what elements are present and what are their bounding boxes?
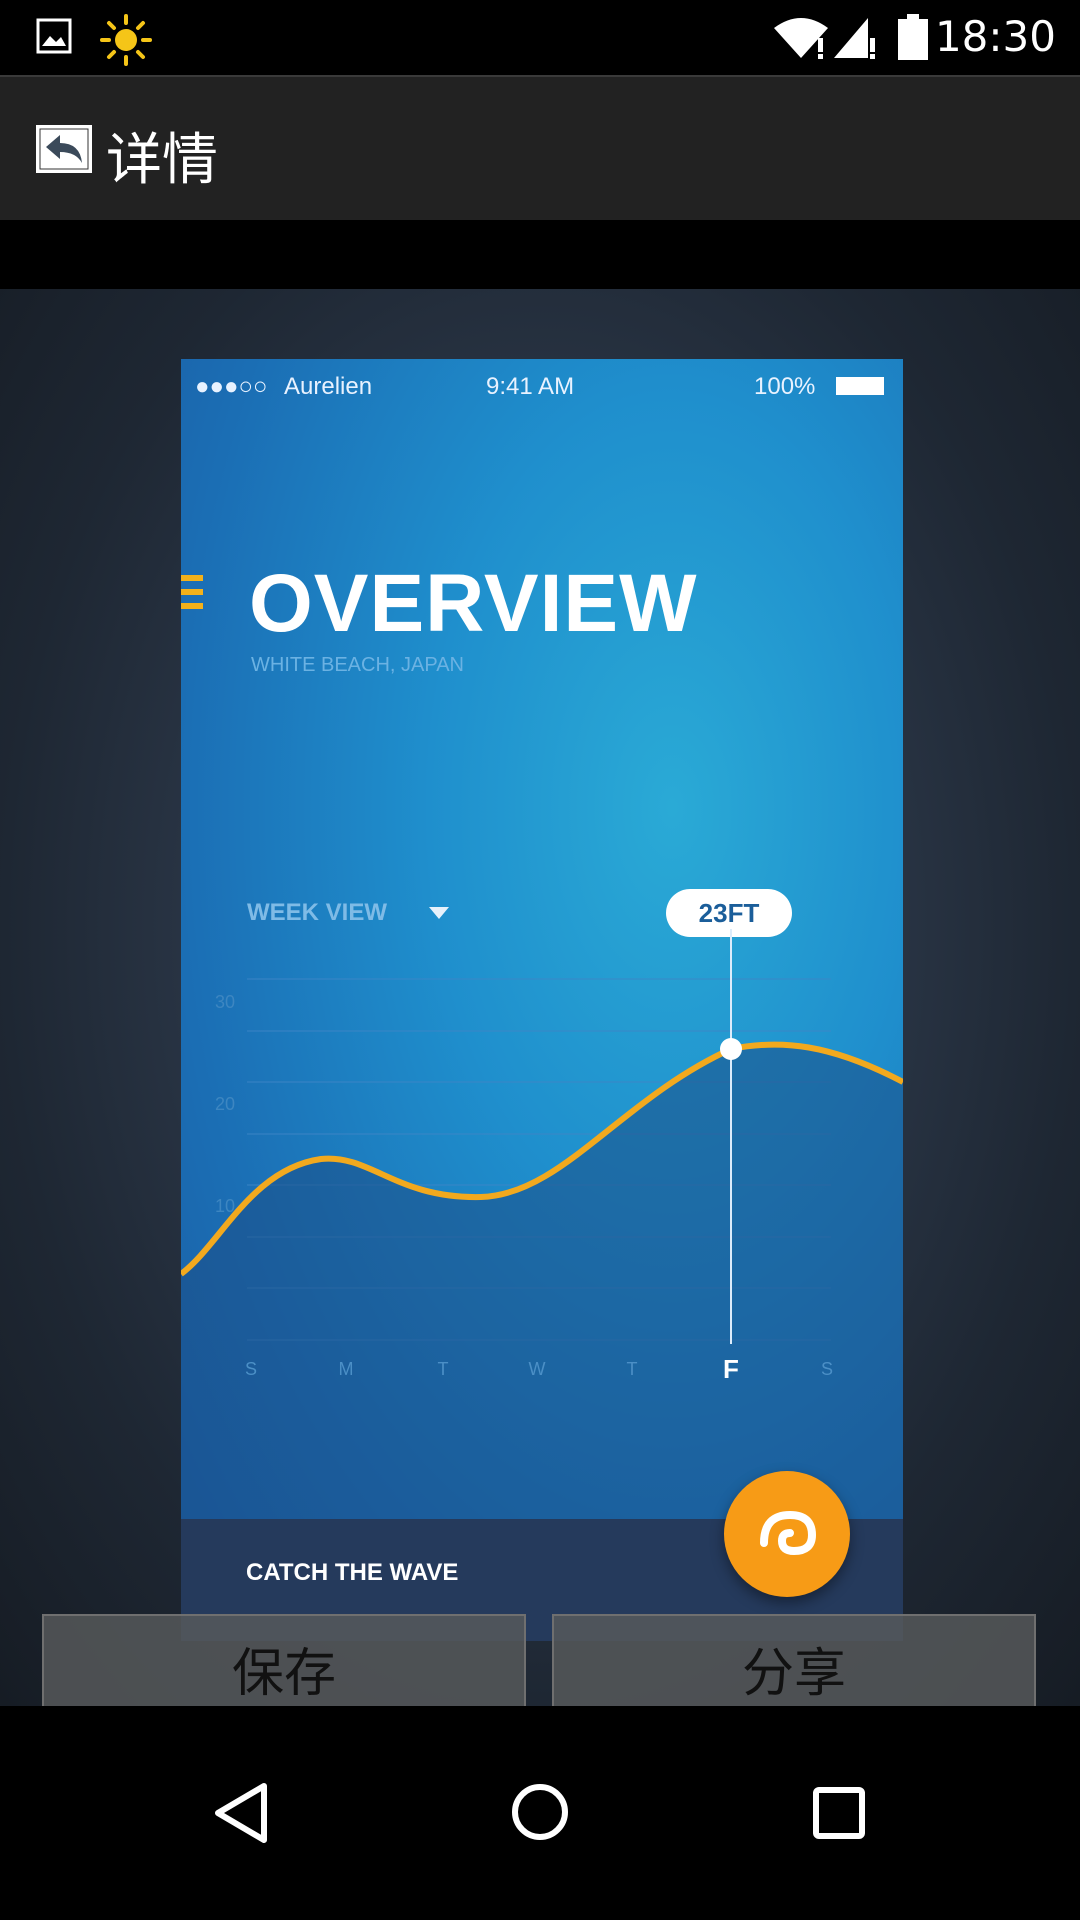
back-icon[interactable]	[36, 125, 92, 173]
navigation-bar	[0, 1706, 1080, 1920]
gallery-icon	[36, 18, 72, 54]
status-bar: 18:30	[0, 0, 1080, 75]
day-label: S	[820, 1359, 833, 1379]
wave-chart	[181, 929, 903, 1519]
day-label: W	[528, 1359, 546, 1379]
wave-area	[181, 1044, 903, 1519]
back-nav-icon[interactable]	[212, 1782, 270, 1844]
preview-image: ●●●○○ Aurelien 9:41 AM 100% OVERVIEW WHI…	[181, 359, 903, 1641]
day-label: T	[626, 1359, 638, 1379]
brightness-icon	[100, 14, 152, 66]
clock: 18:30	[934, 12, 1056, 61]
recents-nav-icon[interactable]	[812, 1786, 866, 1840]
page-title: 详情	[106, 128, 218, 193]
catch-wave-label: CATCH THE WAVE	[246, 1559, 459, 1586]
day-label: M	[338, 1359, 354, 1379]
selected-point	[720, 1038, 742, 1060]
signal-icon	[834, 18, 875, 59]
app-bar: 详情	[0, 75, 1080, 220]
wifi-icon	[774, 18, 828, 59]
day-label: T	[437, 1359, 449, 1379]
image-preview-area: ●●●○○ Aurelien 9:41 AM 100% OVERVIEW WHI…	[0, 289, 1080, 1706]
wave-fab	[724, 1471, 850, 1597]
day-label: S	[244, 1359, 257, 1379]
wave-icon	[760, 1510, 817, 1556]
home-nav-icon[interactable]	[510, 1782, 570, 1842]
battery-icon	[898, 14, 928, 60]
day-label-selected: F	[723, 1354, 739, 1384]
